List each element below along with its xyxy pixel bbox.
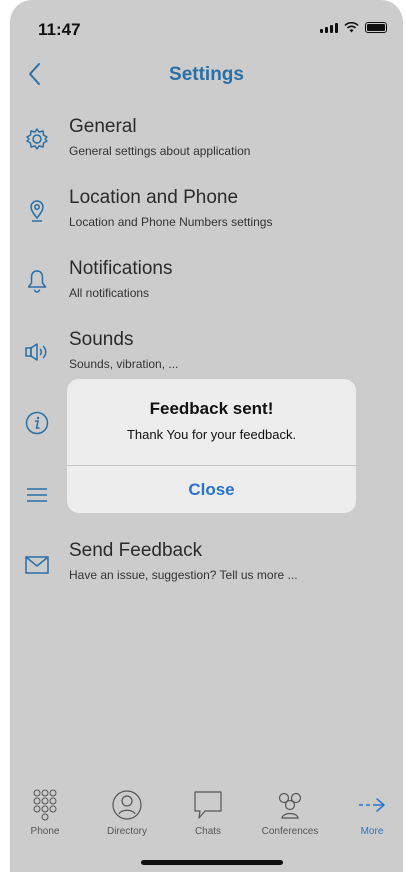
contact-icon xyxy=(112,790,142,820)
status-bar: 11:47 xyxy=(10,0,403,46)
tab-label: Chats xyxy=(194,826,222,837)
chat-bubble-icon xyxy=(194,791,222,819)
settings-item-sounds[interactable]: Sounds Sounds, vibration, ... xyxy=(10,325,403,385)
settings-item-title: Notifications xyxy=(69,258,173,279)
settings-item-subtitle: Sounds, vibration, ... xyxy=(69,357,179,371)
phone-screen: 11:47 Settings General General settings … xyxy=(10,0,403,872)
settings-item-subtitle: General settings about application xyxy=(69,144,251,158)
settings-item-subtitle: Have an issue, suggestion? Tell us more … xyxy=(69,568,298,582)
settings-item-title: Sounds xyxy=(69,329,134,350)
nav-bar: Settings xyxy=(10,56,403,96)
bell-icon xyxy=(27,270,47,293)
menu-icon xyxy=(27,488,47,502)
settings-item-subtitle: All notifications xyxy=(69,286,150,300)
close-button[interactable]: Close xyxy=(67,466,356,513)
speaker-icon xyxy=(25,343,47,361)
tab-bar: Phone Directory Chats Conferences More xyxy=(10,784,403,844)
tab-directory[interactable]: Directory xyxy=(92,784,162,844)
tab-chats[interactable]: Chats xyxy=(173,784,243,844)
info-icon xyxy=(25,411,49,435)
tab-label: More xyxy=(360,826,384,837)
status-time: 11:47 xyxy=(38,20,81,39)
alert-title: Feedback sent! xyxy=(149,399,274,418)
page-title: Settings xyxy=(169,64,244,85)
settings-item-send-feedback[interactable]: Send Feedback Have an issue, suggestion?… xyxy=(10,536,403,596)
settings-item-title: General xyxy=(69,116,137,137)
settings-item-notifications[interactable]: Notifications All notifications xyxy=(10,254,403,314)
signal-icon xyxy=(320,23,338,33)
feedback-sent-alert: Feedback sent! Thank You for your feedba… xyxy=(67,379,356,513)
tab-more[interactable]: More xyxy=(337,784,403,844)
location-pin-icon xyxy=(30,200,44,222)
tab-label: Conferences xyxy=(261,826,319,837)
tab-phone[interactable]: Phone xyxy=(10,784,80,844)
home-indicator xyxy=(141,860,283,865)
settings-item-title: Send Feedback xyxy=(69,540,203,561)
tab-conferences[interactable]: Conferences xyxy=(255,784,325,844)
settings-item-general[interactable]: General General settings about applicati… xyxy=(10,112,403,172)
alert-message: Thank You for your feedback. xyxy=(126,427,297,442)
envelope-icon xyxy=(25,556,49,574)
tab-label: Directory xyxy=(106,826,147,837)
settings-item-subtitle: Location and Phone Numbers settings xyxy=(69,215,273,229)
battery-icon xyxy=(365,22,387,33)
settings-item-location-phone[interactable]: Location and Phone Location and Phone Nu… xyxy=(10,183,403,243)
gear-icon xyxy=(26,128,48,150)
status-icons xyxy=(320,22,387,33)
arrow-right-icon xyxy=(359,798,385,812)
group-icon xyxy=(278,792,302,819)
tab-label: Phone xyxy=(30,826,60,837)
settings-item-title: Location and Phone xyxy=(69,187,239,208)
dialpad-icon xyxy=(33,789,57,821)
wifi-icon xyxy=(344,22,359,33)
